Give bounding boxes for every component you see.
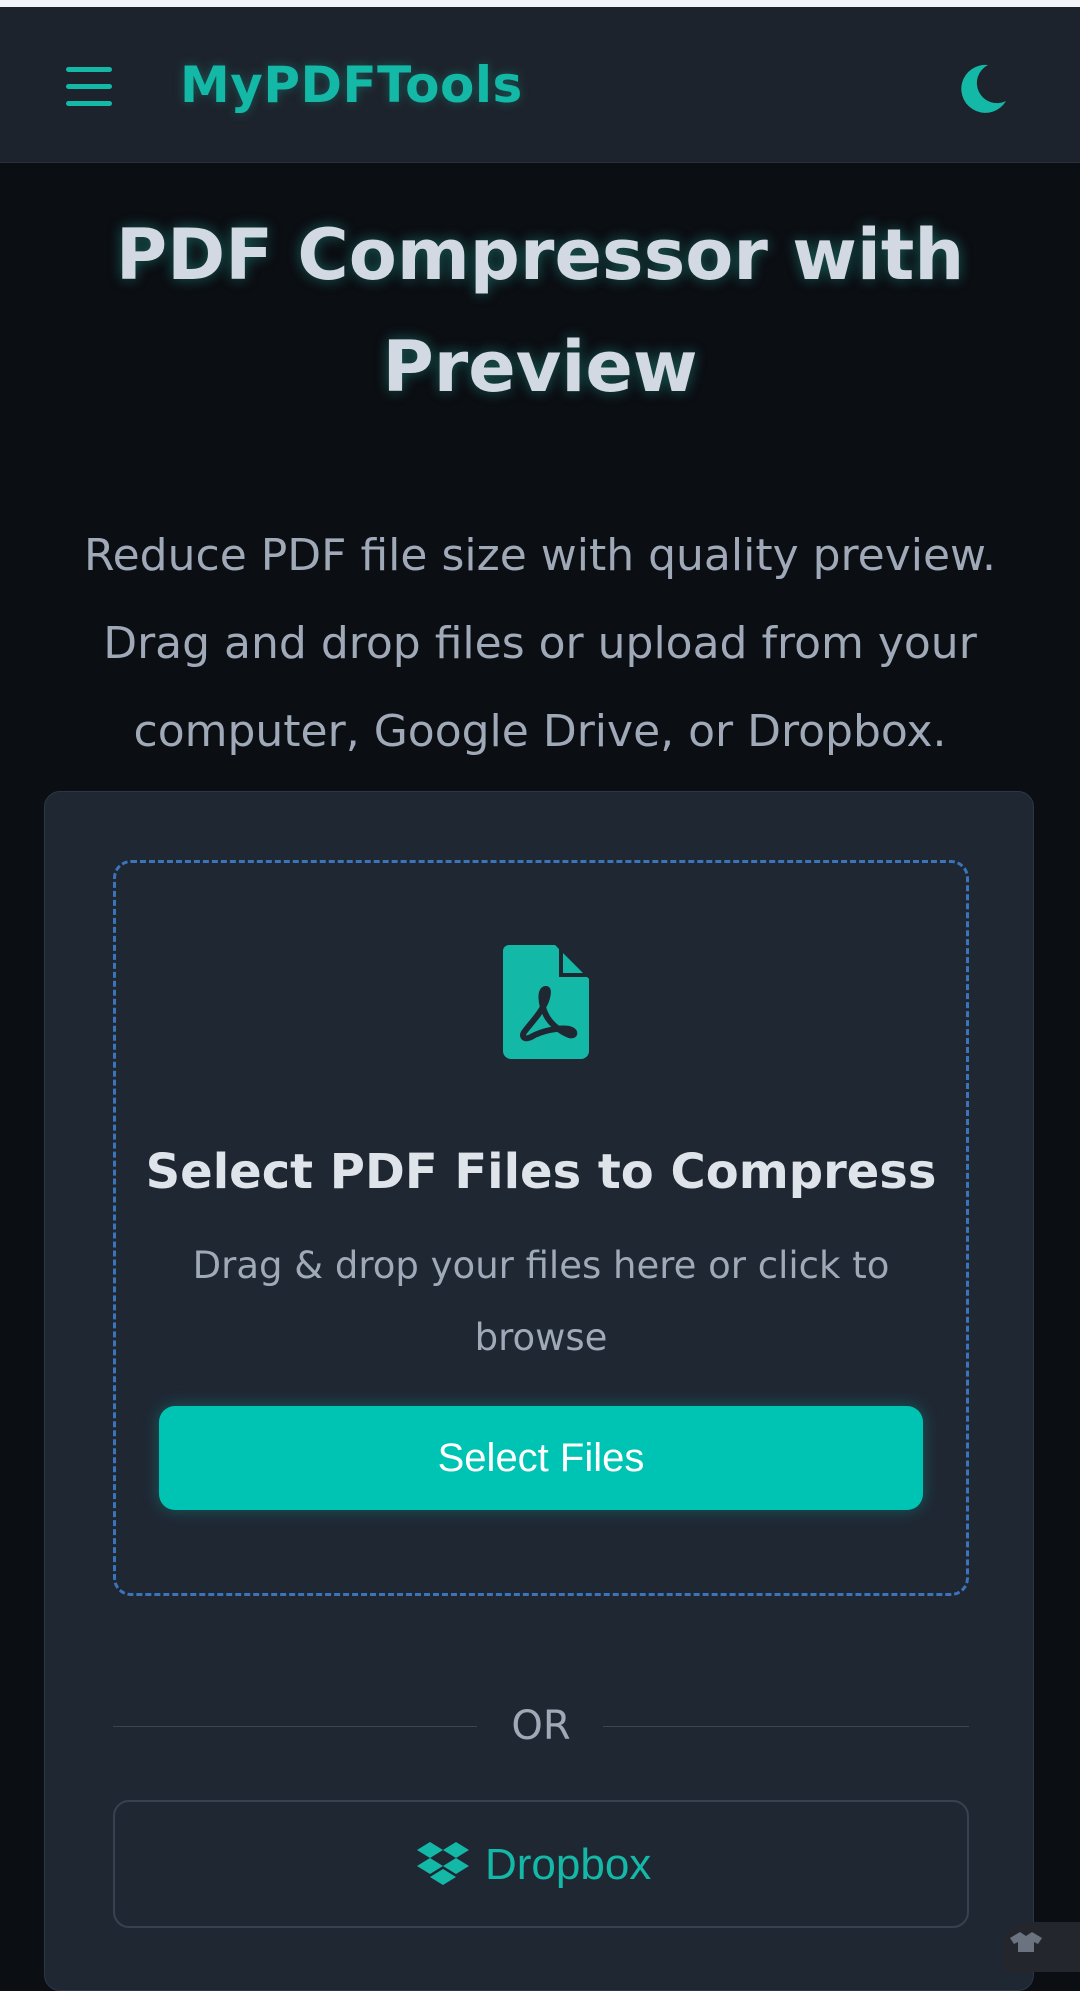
hamburger-menu-icon[interactable] <box>62 63 116 109</box>
dropzone-subtitle: Drag & drop your files here or click to … <box>192 1244 890 1359</box>
select-files-button[interactable]: Select Files <box>159 1406 923 1510</box>
page-title: PDF Compressor with Preview <box>115 213 965 408</box>
navbar: MyPDFTools <box>0 7 1080 163</box>
file-pdf-icon <box>503 945 589 1059</box>
divider-line-right <box>603 1726 969 1727</box>
dropbox-label: Dropbox <box>485 1840 652 1889</box>
file-dropzone[interactable]: Select PDF Files to Compress Drag & drop… <box>113 860 969 1596</box>
shirt-icon[interactable] <box>1006 1930 1046 1952</box>
upload-card: Select PDF Files to Compress Drag & drop… <box>44 791 1034 1991</box>
browser-top-edge <box>0 0 1080 7</box>
dropbox-button[interactable]: Dropbox <box>113 1800 969 1928</box>
brand-logo[interactable]: MyPDFTools <box>180 57 523 113</box>
page-description: Reduce PDF file size with quality previe… <box>84 530 996 757</box>
dropzone-title: Select PDF Files to Compress <box>145 1143 937 1200</box>
dropbox-icon <box>417 1842 469 1888</box>
or-divider: OR <box>113 1696 969 1756</box>
moon-icon[interactable] <box>958 61 1008 115</box>
